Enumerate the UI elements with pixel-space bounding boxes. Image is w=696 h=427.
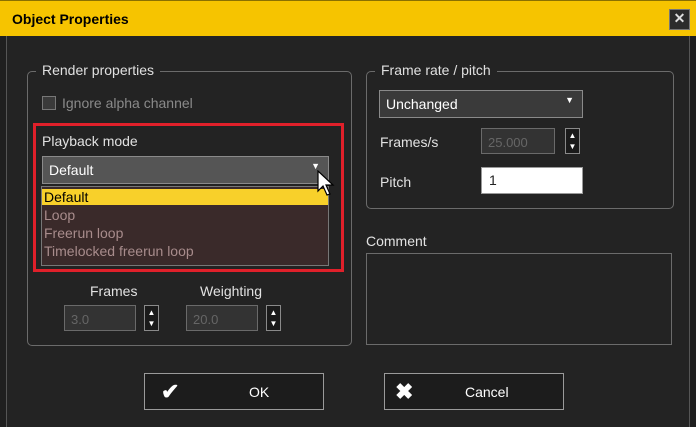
checkmark-icon: ✔	[161, 379, 180, 404]
frame-rate-mode-select[interactable]: Unchanged ▼	[379, 90, 583, 118]
option-default[interactable]: Default	[42, 189, 328, 205]
frame-rate-legend: Frame rate / pitch	[375, 62, 497, 78]
ok-label: OK	[249, 384, 270, 400]
option-loop[interactable]: Loop	[44, 207, 75, 223]
spin-down-icon[interactable]: ▼	[566, 142, 579, 151]
ignore-alpha-label: Ignore alpha channel	[62, 95, 193, 111]
weighting-spinner[interactable]: ▲ ▼	[266, 305, 281, 331]
title-bar: Object Properties ✕	[0, 0, 696, 36]
comment-label: Comment	[366, 233, 427, 249]
render-properties-legend: Render properties	[36, 62, 161, 78]
chevron-down-icon: ▼	[565, 95, 574, 105]
weighting-input[interactable]: 20.0	[186, 305, 258, 331]
frames-value: 3.0	[71, 312, 90, 327]
frames-input[interactable]: 3.0	[64, 305, 136, 331]
mouse-cursor-icon	[317, 170, 335, 196]
spin-down-icon[interactable]: ▼	[267, 319, 280, 328]
fps-spinner[interactable]: ▲ ▼	[565, 128, 580, 154]
ignore-alpha-checkbox[interactable]	[42, 96, 56, 110]
ok-button[interactable]: ✔ OK	[144, 373, 324, 410]
weighting-label: Weighting	[200, 283, 263, 299]
close-button[interactable]: ✕	[669, 9, 690, 30]
frame-rate-mode-value: Unchanged	[386, 96, 458, 112]
spin-up-icon[interactable]: ▲	[145, 308, 158, 317]
fps-value: 25.000	[488, 135, 528, 150]
frames-spinner[interactable]: ▲ ▼	[144, 305, 159, 331]
option-freerun-loop[interactable]: Freerun loop	[44, 225, 123, 241]
fps-label: Frames/s	[380, 134, 439, 150]
option-timelocked-freerun-loop[interactable]: Timelocked freerun loop	[44, 243, 194, 259]
playback-mode-label: Playback mode	[42, 133, 138, 149]
frames-label: Frames	[90, 283, 138, 299]
playback-dropdown-list: Default Loop Freerun loop Timelocked fre…	[41, 186, 329, 266]
playback-mode-value: Default	[49, 162, 94, 178]
pitch-label: Pitch	[380, 174, 412, 190]
playback-mode-select[interactable]: Default ▼	[42, 156, 329, 184]
spin-down-icon[interactable]: ▼	[145, 319, 158, 328]
weighting-value: 20.0	[193, 312, 219, 327]
pitch-value: 1	[489, 172, 497, 188]
pitch-input[interactable]: 1	[481, 167, 583, 194]
spin-up-icon[interactable]: ▲	[566, 131, 579, 140]
spin-up-icon[interactable]: ▲	[267, 308, 280, 317]
cancel-label: Cancel	[465, 384, 509, 400]
x-icon: ✖	[395, 379, 414, 404]
comment-textarea[interactable]	[366, 253, 672, 345]
cancel-button[interactable]: ✖ Cancel	[384, 373, 564, 410]
window-title: Object Properties	[12, 11, 129, 27]
fps-input[interactable]: 25.000	[481, 128, 555, 154]
